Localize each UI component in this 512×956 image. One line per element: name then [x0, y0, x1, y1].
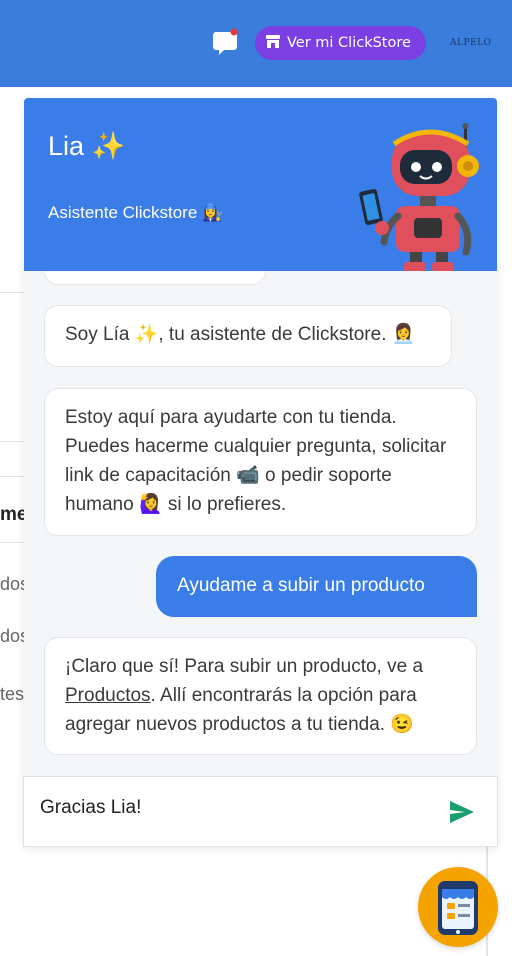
assistant-name: Lia ✨ — [48, 131, 126, 161]
message-text: Soy Lía ✨, tu asistente de Clickstore. 👩… — [65, 324, 416, 345]
send-icon[interactable] — [448, 799, 476, 825]
bot-message-bubble: Estoy aquí para ayudarte con tu tienda. … — [44, 388, 477, 536]
store-icon — [265, 34, 281, 53]
message-composer[interactable]: Gracias Lia! — [23, 776, 498, 847]
top-app-bar: Ver mi ClickStore ALPELO — [0, 0, 512, 87]
background-text-fragment: tes — [0, 684, 25, 704]
chat-bubble-icon[interactable] — [211, 28, 241, 56]
view-clickstore-label: Ver mi ClickStore — [287, 35, 411, 51]
chat-header: Lia ✨ Asistente Clickstore 👩‍🔧 — [24, 98, 497, 271]
message-input[interactable]: Gracias Lia! — [40, 797, 141, 819]
store-fab-button[interactable] — [418, 867, 498, 947]
message-text: ¡Claro que sí! Para subir un producto, v… — [65, 656, 424, 677]
message-text: Estoy aquí para ayudarte con tu tienda. … — [65, 407, 447, 515]
bot-message-bubble: ¡Claro que sí! Para subir un producto, v… — [44, 637, 477, 755]
brand-logo: ALPELO — [450, 38, 492, 48]
chat-widget: Lia ✨ Asistente Clickstore 👩‍🔧 — [23, 98, 498, 847]
message-text: Ayudame a subir un producto — [177, 575, 425, 596]
message-list[interactable]: Soy Lía ✨, tu asistente de Clickstore. 👩… — [24, 271, 497, 776]
productos-link[interactable]: Productos — [65, 685, 151, 706]
user-message-bubble: Ayudame a subir un producto — [156, 556, 477, 617]
view-clickstore-button[interactable]: Ver mi ClickStore — [255, 26, 426, 60]
assistant-subtitle: Asistente Clickstore 👩‍🔧 — [48, 203, 224, 222]
store-fab-icon — [418, 881, 498, 951]
bot-message-bubble: Soy Lía ✨, tu asistente de Clickstore. 👩… — [44, 305, 452, 367]
bot-message-bubble — [44, 271, 266, 285]
robot-mascot — [354, 120, 484, 271]
